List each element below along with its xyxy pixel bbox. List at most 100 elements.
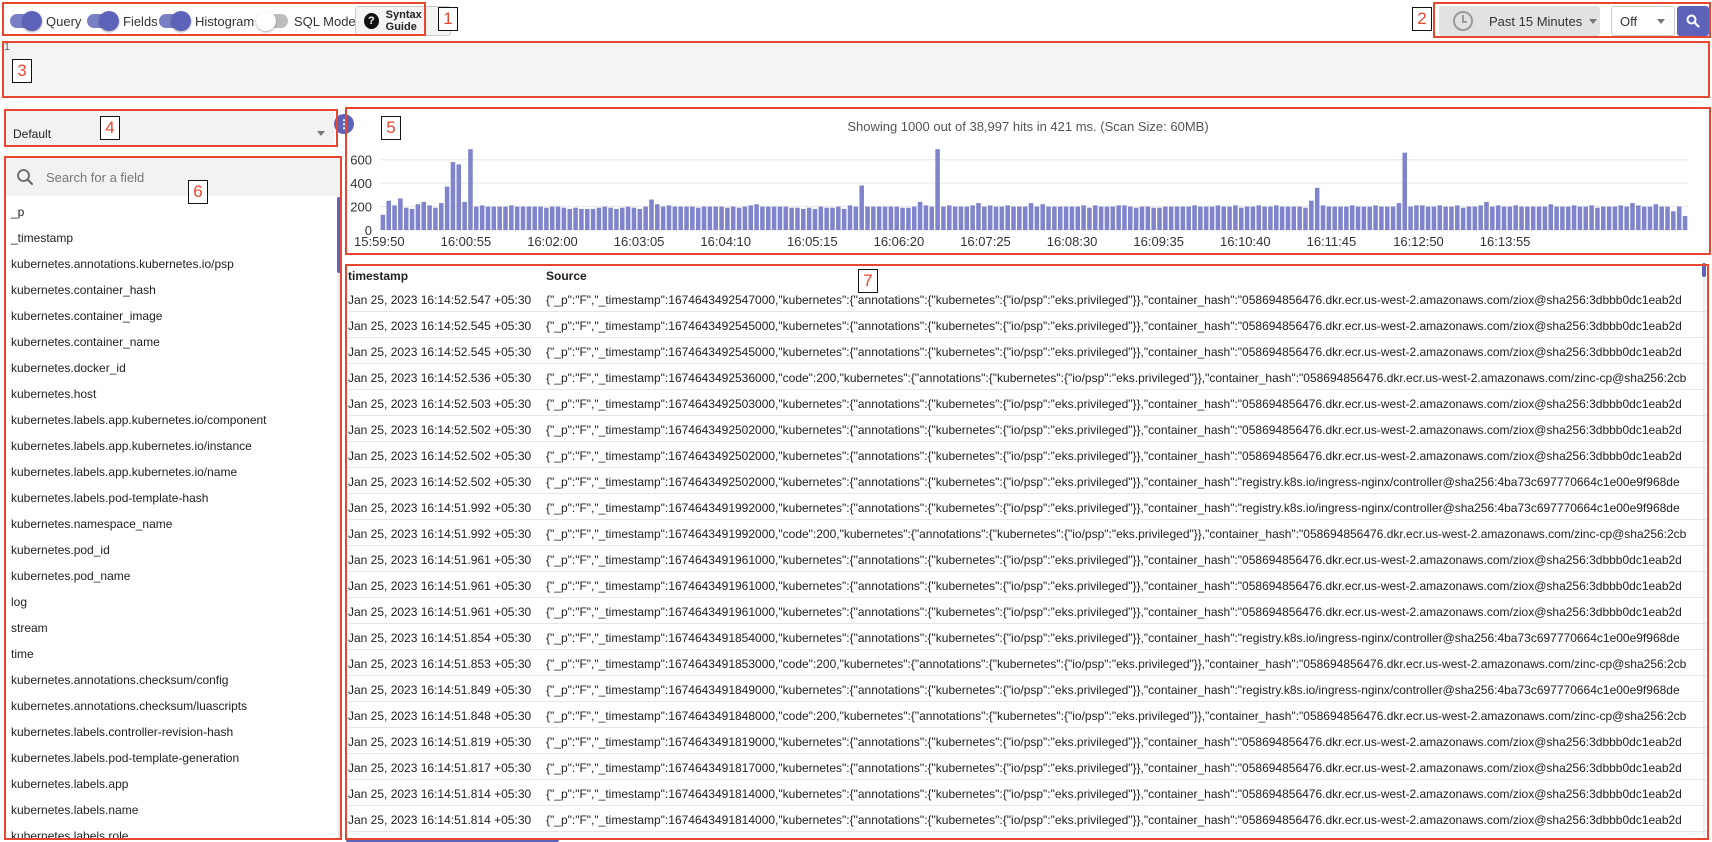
field-item[interactable]: kubernetes.pod_name (11, 569, 130, 583)
histogram-bar[interactable] (771, 206, 777, 230)
histogram-bar[interactable] (777, 206, 783, 230)
histogram-bar[interactable] (1408, 206, 1413, 230)
histogram-bar[interactable] (497, 206, 502, 230)
histogram-bar[interactable] (1472, 206, 1478, 230)
histogram-bar[interactable] (871, 206, 876, 230)
histogram-bar[interactable] (830, 207, 835, 230)
histogram-bar[interactable] (660, 206, 666, 230)
histogram-bar[interactable] (801, 208, 806, 230)
histogram-bar[interactable] (1449, 206, 1454, 230)
table-row[interactable]: Jan 25, 2023 16:14:52.502 +05:30 {"_p":"F… (348, 442, 1708, 468)
histogram-toggle[interactable]: Histogram (159, 11, 254, 31)
histogram-bar[interactable] (818, 206, 824, 230)
histogram-bar[interactable] (1168, 206, 1174, 230)
sql-mode-toggle-switch[interactable] (256, 11, 288, 31)
histogram-bar[interactable] (812, 208, 818, 230)
histogram-bar[interactable] (1092, 205, 1098, 230)
field-item[interactable]: kubernetes.annotations.checksum/luascrip… (11, 699, 247, 713)
histogram-bar[interactable] (1022, 206, 1028, 230)
histogram-bar[interactable] (888, 206, 894, 230)
histogram-bar[interactable] (1198, 206, 1203, 230)
histogram-bar[interactable] (427, 205, 432, 230)
field-item[interactable]: log (11, 595, 27, 609)
table-row[interactable]: Jan 25, 2023 16:14:51.819 +05:30 {"_p":"F… (348, 728, 1708, 754)
histogram-bar[interactable] (614, 208, 619, 230)
histogram-bar[interactable] (865, 206, 870, 230)
histogram-bar[interactable] (999, 206, 1005, 230)
histogram-bar[interactable] (836, 206, 841, 230)
histogram-bar[interactable] (1548, 204, 1553, 230)
field-item[interactable]: kubernetes.docker_id (11, 361, 126, 375)
histogram-bar[interactable] (1192, 205, 1197, 230)
histogram-bar[interactable] (976, 203, 981, 230)
histogram-bar[interactable] (1250, 206, 1256, 230)
histogram-bar[interactable] (906, 207, 911, 230)
histogram-bar[interactable] (1495, 205, 1501, 230)
field-item[interactable]: kubernetes.namespace_name (11, 517, 172, 531)
field-search-input[interactable] (46, 169, 286, 185)
histogram-bar[interactable] (742, 206, 748, 230)
histogram-bar[interactable] (1402, 152, 1408, 230)
histogram-bar[interactable] (1478, 205, 1483, 230)
histogram-bar[interactable] (602, 206, 608, 230)
histogram-bar[interactable] (754, 204, 759, 230)
histogram-bar[interactable] (725, 207, 730, 230)
histogram-bar[interactable] (1583, 206, 1589, 230)
histogram-bar[interactable] (1379, 206, 1384, 230)
histogram-bar[interactable] (1233, 205, 1238, 230)
histogram-bar[interactable] (1122, 205, 1127, 230)
time-range-picker[interactable]: Past 15 Minutes (1439, 6, 1600, 36)
run-query-button[interactable] (1677, 6, 1709, 36)
histogram-bar[interactable] (1279, 206, 1285, 230)
histogram-bar[interactable] (1349, 205, 1355, 230)
histogram-bar[interactable] (485, 206, 491, 230)
histogram-bar[interactable] (549, 206, 555, 230)
histogram-bar[interactable] (520, 206, 526, 230)
histogram-bar[interactable] (1057, 206, 1063, 230)
histogram-bar[interactable] (917, 201, 923, 230)
histogram-bar[interactable] (730, 206, 736, 230)
histogram-bar[interactable] (421, 201, 427, 230)
histogram-bar[interactable] (456, 164, 462, 230)
histogram-chart[interactable]: 600400200015:59:50 16:00:55 16:02:00 16:03:… (346, 148, 1692, 248)
field-item[interactable]: _timestamp (11, 231, 73, 245)
histogram-bar[interactable] (1507, 206, 1513, 230)
histogram-bar[interactable] (1285, 206, 1291, 230)
histogram-bar[interactable] (695, 207, 701, 230)
histogram-bar[interactable] (596, 207, 602, 230)
histogram-bar[interactable] (935, 149, 940, 230)
table-row[interactable]: Jan 25, 2023 16:14:52.502 +05:30 {"_p":"F… (348, 416, 1708, 442)
histogram-bar[interactable] (590, 208, 596, 230)
histogram-bar[interactable] (509, 205, 514, 230)
histogram-bar[interactable] (462, 201, 467, 230)
histogram-bar[interactable] (748, 205, 754, 230)
histogram-bar[interactable] (1577, 206, 1583, 230)
histogram-bar[interactable] (1466, 206, 1472, 230)
field-item[interactable]: kubernetes.labels.controller-revision-ha… (11, 725, 233, 739)
histogram-bar[interactable] (1174, 206, 1180, 230)
fields-toggle-switch[interactable] (87, 11, 119, 31)
table-row[interactable]: Jan 25, 2023 16:14:52.503 +05:30 {"_p":"F… (348, 390, 1708, 416)
log-table-scrollbar-track[interactable] (1703, 263, 1705, 837)
histogram-bar[interactable] (1367, 206, 1372, 230)
histogram-bar[interactable] (1005, 205, 1010, 230)
histogram-bar[interactable] (684, 206, 689, 230)
histogram-bar[interactable] (1355, 206, 1361, 230)
histogram-bar[interactable] (952, 206, 958, 230)
histogram-bar[interactable] (1437, 205, 1443, 230)
histogram-bar[interactable] (900, 207, 905, 230)
histogram-bar[interactable] (1455, 205, 1460, 230)
histogram-bar[interactable] (941, 206, 946, 230)
histogram-bar[interactable] (1595, 207, 1600, 230)
table-row[interactable]: Jan 25, 2023 16:14:52.536 +05:30 {"_p":"F… (348, 364, 1708, 390)
histogram-bar[interactable] (1682, 215, 1688, 230)
field-item[interactable]: kubernetes.labels.app.kubernetes.io/comp… (11, 413, 267, 427)
histogram-bar[interactable] (1081, 205, 1086, 230)
table-row[interactable]: Jan 25, 2023 16:14:51.814 +05:30 {"_p":"F… (348, 806, 1708, 832)
histogram-bar[interactable] (1326, 206, 1332, 230)
histogram-bar[interactable] (1227, 206, 1232, 230)
histogram-bar[interactable] (380, 214, 386, 230)
histogram-bar[interactable] (1542, 206, 1548, 230)
table-row[interactable]: Jan 25, 2023 16:14:51.992 +05:30 {"_p":"F… (348, 520, 1708, 546)
histogram-bar[interactable] (783, 206, 789, 230)
